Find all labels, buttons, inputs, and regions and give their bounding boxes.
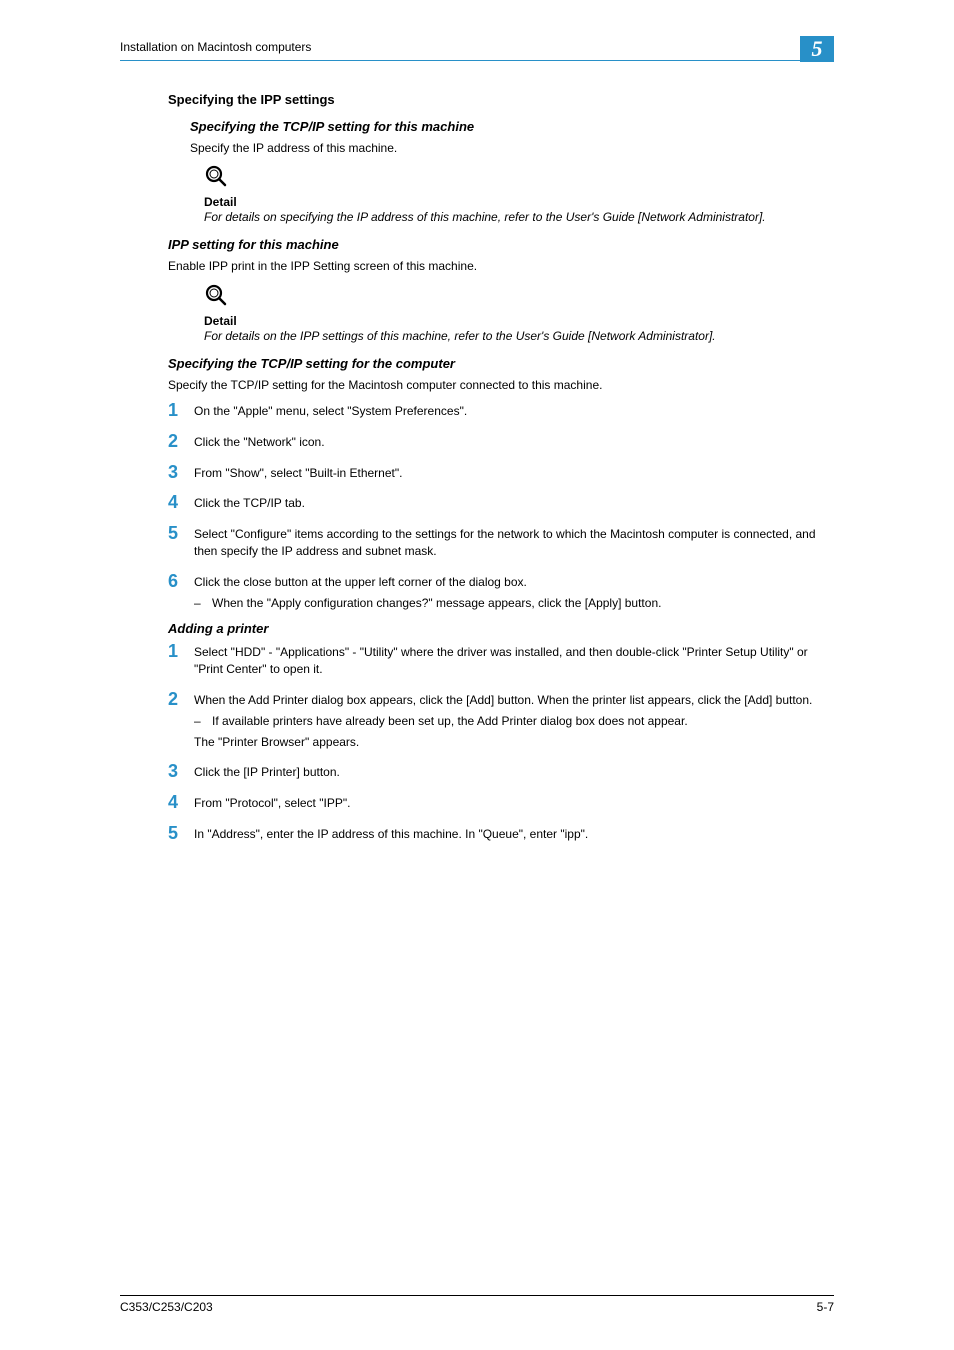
detail-text: For details on specifying the IP address… bbox=[204, 209, 834, 225]
page: Installation on Macintosh computers 5 Sp… bbox=[0, 0, 954, 1350]
step-text: Select "Configure" items according to th… bbox=[194, 524, 834, 560]
step-text-inner: Click the close button at the upper left… bbox=[194, 575, 527, 589]
step-text: Click the close button at the upper left… bbox=[194, 572, 834, 612]
step-text: Click the [IP Printer] button. bbox=[194, 762, 834, 781]
body-text: Enable IPP print in the IPP Setting scre… bbox=[168, 258, 834, 274]
list-item: 5 Select "Configure" items according to … bbox=[190, 524, 834, 560]
step-number: 1 bbox=[168, 401, 194, 419]
magnifier-icon bbox=[204, 283, 228, 307]
step-number: 4 bbox=[168, 493, 194, 511]
detail-note: Detail For details on specifying the IP … bbox=[204, 164, 834, 225]
list-item: 4 From "Protocol", select "IPP". bbox=[190, 793, 834, 812]
subheading-adding-printer: Adding a printer bbox=[168, 621, 834, 636]
list-item: 5 In "Address", enter the IP address of … bbox=[190, 824, 834, 843]
step-number: 4 bbox=[168, 793, 194, 811]
step-number: 2 bbox=[168, 690, 194, 708]
step-text: Click the TCP/IP tab. bbox=[194, 493, 834, 512]
step-text: On the "Apple" menu, select "System Pref… bbox=[194, 401, 834, 420]
step-text: Select "HDD" - "Applications" - "Utility… bbox=[194, 642, 834, 678]
content-area: Specifying the IPP settings Specifying t… bbox=[190, 82, 834, 855]
subheading-tcpip-computer: Specifying the TCP/IP setting for the co… bbox=[168, 356, 834, 371]
detail-label: Detail bbox=[204, 195, 834, 209]
body-text: Specify the TCP/IP setting for the Macin… bbox=[168, 377, 834, 393]
step-number: 5 bbox=[168, 524, 194, 542]
body-text: Specify the IP address of this machine. bbox=[190, 140, 834, 156]
footer-model: C353/C253/C203 bbox=[120, 1300, 213, 1314]
step-text-inner: When the Add Printer dialog box appears,… bbox=[194, 693, 812, 707]
running-header: Installation on Macintosh computers bbox=[120, 40, 311, 54]
list-item: 1 Select "HDD" - "Applications" - "Utili… bbox=[190, 642, 834, 678]
step-number: 3 bbox=[168, 463, 194, 481]
step-text: In "Address", enter the IP address of th… bbox=[194, 824, 834, 843]
step-number: 6 bbox=[168, 572, 194, 590]
chapter-tab: 5 bbox=[800, 36, 834, 62]
step-number: 2 bbox=[168, 432, 194, 450]
dash-icon: – bbox=[194, 595, 212, 612]
detail-label: Detail bbox=[204, 314, 834, 328]
step-list-b: 1 Select "HDD" - "Applications" - "Utili… bbox=[190, 642, 834, 842]
step-text: From "Protocol", select "IPP". bbox=[194, 793, 834, 812]
footer-page: 5-7 bbox=[817, 1300, 834, 1314]
magnifier-icon bbox=[204, 164, 228, 188]
header-rule bbox=[120, 60, 834, 61]
step-after-text: The "Printer Browser" appears. bbox=[194, 734, 834, 751]
sub-item: – If available printers have already bee… bbox=[194, 713, 834, 730]
sub-text: When the "Apply configuration changes?" … bbox=[212, 595, 834, 612]
step-text: When the Add Printer dialog box appears,… bbox=[194, 690, 834, 750]
step-list-a: 1 On the "Apple" menu, select "System Pr… bbox=[190, 401, 834, 611]
section-heading-ipp-settings: Specifying the IPP settings bbox=[168, 92, 834, 107]
sub-text: If available printers have already been … bbox=[212, 713, 834, 730]
list-item: 4 Click the TCP/IP tab. bbox=[190, 493, 834, 512]
subheading-tcpip-machine: Specifying the TCP/IP setting for this m… bbox=[190, 119, 834, 134]
list-item: 3 Click the [IP Printer] button. bbox=[190, 762, 834, 781]
list-item: 3 From "Show", select "Built-in Ethernet… bbox=[190, 463, 834, 482]
subheading-ipp-machine: IPP setting for this machine bbox=[168, 237, 834, 252]
dash-icon: – bbox=[194, 713, 212, 730]
list-item: 2 Click the "Network" icon. bbox=[190, 432, 834, 451]
detail-text: For details on the IPP settings of this … bbox=[204, 328, 834, 344]
step-number: 5 bbox=[168, 824, 194, 842]
step-number: 3 bbox=[168, 762, 194, 780]
list-item: 2 When the Add Printer dialog box appear… bbox=[190, 690, 834, 750]
step-text: From "Show", select "Built-in Ethernet". bbox=[194, 463, 834, 482]
sub-item: – When the "Apply configuration changes?… bbox=[194, 595, 834, 612]
step-text: Click the "Network" icon. bbox=[194, 432, 834, 451]
list-item: 6 Click the close button at the upper le… bbox=[190, 572, 834, 612]
step-number: 1 bbox=[168, 642, 194, 660]
footer: C353/C253/C203 5-7 bbox=[120, 1295, 834, 1314]
list-item: 1 On the "Apple" menu, select "System Pr… bbox=[190, 401, 834, 420]
detail-note: Detail For details on the IPP settings o… bbox=[204, 283, 834, 344]
